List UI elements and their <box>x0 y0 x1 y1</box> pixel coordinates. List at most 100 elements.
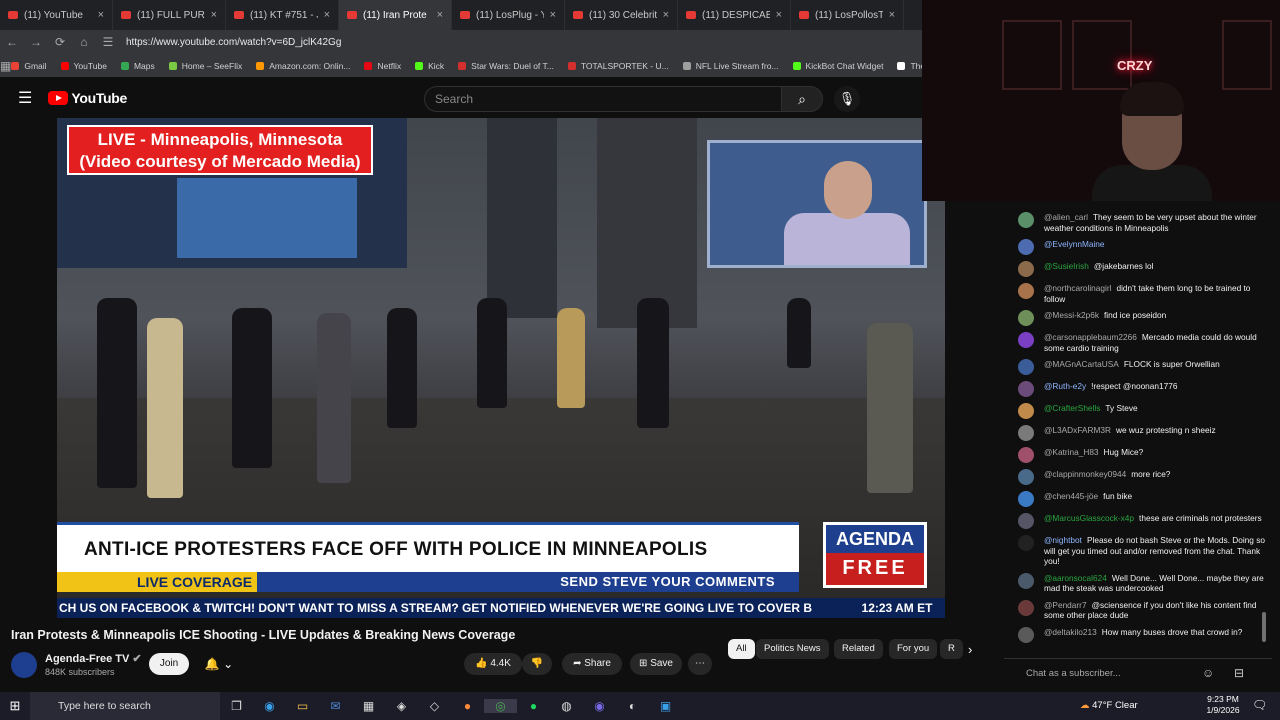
chat-author[interactable]: @carsonapplebaum2266 <box>1044 332 1137 342</box>
chat-author[interactable]: @nightbot <box>1044 535 1082 545</box>
file-explorer-icon[interactable]: ▭ <box>286 699 319 713</box>
chat-avatar[interactable] <box>1018 447 1034 463</box>
chat-avatar[interactable] <box>1018 513 1034 529</box>
task-view-icon[interactable]: ❐ <box>220 699 253 713</box>
chat-author[interactable]: @alien_carl <box>1044 212 1088 222</box>
video-player[interactable]: LIVE - Minneapolis, Minnesota (Video cou… <box>57 118 945 618</box>
chat-author[interactable]: @aaronsocal624 <box>1044 573 1107 583</box>
back-icon[interactable]: ← <box>0 35 24 49</box>
chat-author[interactable]: @MarcusGlasscock-x4p <box>1044 513 1134 523</box>
bookmark-item[interactable]: Netflix <box>364 61 401 71</box>
close-tab-icon[interactable]: × <box>889 9 895 21</box>
spotify-icon[interactable]: ● <box>517 699 550 713</box>
more-actions-button[interactable]: ⋯ <box>688 653 712 675</box>
join-button[interactable]: Join <box>149 653 189 675</box>
chat-avatar[interactable] <box>1018 381 1034 397</box>
home-icon[interactable]: ⌂ <box>72 35 96 49</box>
site-info-icon[interactable]: ☰ <box>96 35 120 49</box>
close-tab-icon[interactable]: × <box>776 9 782 21</box>
channel-name[interactable]: Agenda-Free TV ✔ <box>45 652 142 665</box>
chat-author[interactable]: @EvelynnMaine <box>1044 239 1105 249</box>
chat-avatar[interactable] <box>1018 599 1034 616</box>
bookmark-item[interactable]: Kick <box>415 61 444 71</box>
windows-start-icon[interactable]: ⊞ <box>0 698 30 714</box>
voice-search-button[interactable]: 🎙 <box>834 86 860 112</box>
save-button[interactable]: ⊞ Save <box>630 653 682 675</box>
chat-author[interactable]: @deltakilo213 <box>1044 627 1097 637</box>
super-chat-icon[interactable]: ⊟ <box>1234 666 1244 680</box>
chevron-right-icon[interactable]: › <box>968 642 972 657</box>
calculator-icon[interactable]: ▦ <box>352 699 385 713</box>
bookmark-item[interactable]: Maps <box>120 61 155 71</box>
close-tab-icon[interactable]: × <box>437 9 443 21</box>
edge-icon[interactable]: ◉ <box>253 699 286 713</box>
chat-avatar[interactable] <box>1018 332 1034 348</box>
bookmark-item[interactable]: YouTube <box>60 61 107 71</box>
browser-tab[interactable]: (11) 30 Celebrities × <box>565 0 678 30</box>
chat-avatar[interactable] <box>1018 261 1034 277</box>
chat-avatar[interactable] <box>1018 212 1034 228</box>
chat-author[interactable]: @CrafterShells <box>1044 403 1100 413</box>
search-input[interactable]: Search <box>424 86 782 112</box>
close-tab-icon[interactable]: × <box>663 9 669 21</box>
chat-author[interactable]: @MAGnACartaUSA <box>1044 359 1119 369</box>
filter-chip[interactable]: R <box>940 639 963 659</box>
chat-avatar[interactable] <box>1018 491 1034 507</box>
filter-chip[interactable]: Related <box>834 639 883 659</box>
chat-author[interactable]: @Pendarr7 <box>1044 600 1087 610</box>
chat-author[interactable]: @clappinmonkey0944 <box>1044 469 1126 479</box>
share-button[interactable]: ➦ Share <box>562 653 622 675</box>
search-button[interactable]: ⌕ <box>781 86 823 112</box>
close-tab-icon[interactable]: × <box>211 9 217 21</box>
system-clock[interactable]: 9:23 PM 1/9/2026 <box>1200 694 1246 716</box>
chat-avatar[interactable] <box>1018 535 1034 551</box>
url-field[interactable]: https://www.youtube.com/watch?v=6D_jclK4… <box>126 37 341 48</box>
chat-avatar[interactable] <box>1018 469 1034 485</box>
chat-avatar[interactable] <box>1018 359 1034 375</box>
notifications-icon[interactable]: 🗨 <box>1252 698 1267 712</box>
reload-icon[interactable]: ⟳ <box>48 35 72 49</box>
bookmark-item[interactable]: Amazon.com: Onlin... <box>256 61 350 71</box>
close-tab-icon[interactable]: × <box>98 9 104 21</box>
chat-avatar[interactable] <box>1018 425 1034 441</box>
app-icon[interactable]: ▣ <box>649 699 682 713</box>
dislike-button[interactable]: 👎 <box>522 653 552 675</box>
forward-icon[interactable]: → <box>24 35 48 49</box>
chat-avatar[interactable] <box>1018 572 1034 589</box>
weather-widget[interactable]: ☁ 47°F Clear <box>1080 692 1138 720</box>
chat-avatar[interactable] <box>1018 626 1034 643</box>
menu-icon[interactable]: ☰ <box>18 88 32 108</box>
firefox-icon[interactable]: ● <box>451 699 484 713</box>
channel-avatar[interactable] <box>11 652 37 678</box>
browser-tab[interactable]: (11) Iran Prote × <box>339 0 452 30</box>
chat-author[interactable]: @chen445-jöe <box>1044 491 1098 501</box>
bookmark-item[interactable]: Star Wars: Duel of T... <box>458 61 554 71</box>
outlook-icon[interactable]: ✉ <box>319 699 352 713</box>
youtube-logo[interactable]: YouTube <box>48 90 127 106</box>
close-tab-icon[interactable]: × <box>550 9 556 21</box>
browser-tab[interactable]: (11) YouTube × <box>0 0 113 30</box>
filter-chip[interactable]: For you <box>889 639 938 659</box>
browser-tab[interactable]: (11) KT #751 - JOE × <box>226 0 339 30</box>
chat-author[interactable]: @L3ADxFARM3R <box>1044 425 1111 435</box>
chat-author[interactable]: @Messi-k2p6k <box>1044 310 1099 320</box>
chat-author[interactable]: @northcarolinagirl <box>1044 283 1111 293</box>
bookmark-item[interactable]: NFL Live Stream fro... <box>682 61 779 71</box>
browser-tab[interactable]: (11) LosPollosTV × <box>791 0 904 30</box>
browser-tab[interactable]: (11) LosPlug - You × <box>452 0 565 30</box>
filter-chip[interactable]: All <box>728 639 755 659</box>
chat-author[interactable]: @SusieIrish <box>1044 261 1089 271</box>
chrome-icon[interactable]: ◎ <box>484 699 517 713</box>
like-button[interactable]: 👍 4.4K <box>464 653 522 675</box>
obs-icon[interactable]: ◍ <box>550 699 583 713</box>
bookmark-item[interactable]: Home – SeeFlix <box>168 61 242 71</box>
steam-icon[interactable]: ◐ <box>616 699 649 713</box>
app-icon[interactable]: ◉ <box>583 699 616 713</box>
app-icon[interactable]: ◇ <box>418 699 451 713</box>
chat-scrollbar[interactable] <box>1262 612 1266 642</box>
chat-avatar[interactable] <box>1018 283 1034 299</box>
chat-avatar[interactable] <box>1018 310 1034 326</box>
bookmark-item[interactable]: KickBot Chat Widget <box>792 61 883 71</box>
chat-author[interactable]: @Ruth-e2y <box>1044 381 1086 391</box>
taskbar-search[interactable]: Type here to search <box>30 692 220 720</box>
